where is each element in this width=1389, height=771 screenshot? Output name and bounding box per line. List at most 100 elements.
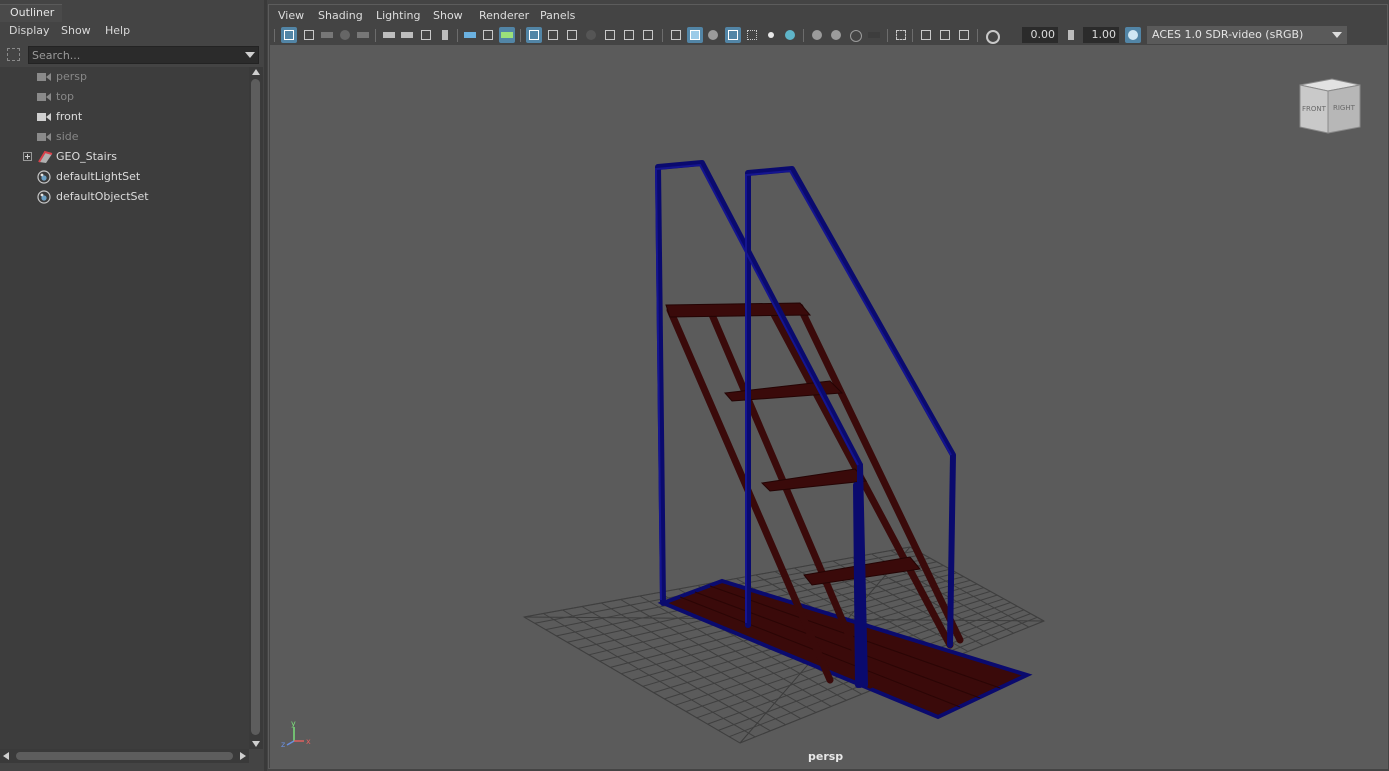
gamma-icon[interactable]	[1063, 27, 1079, 43]
two-d-pan-icon[interactable]	[355, 27, 371, 43]
grease-pencil-icon[interactable]	[462, 27, 478, 43]
scroll-right-icon[interactable]	[240, 752, 246, 760]
outliner-menubar: Display Show Help	[0, 22, 263, 40]
gate-mask-icon[interactable]	[583, 27, 599, 43]
outliner-item-label: persp	[56, 70, 87, 83]
view-cube[interactable]: FRONT RIGHT	[1299, 78, 1361, 134]
move-pivot-icon[interactable]	[480, 27, 496, 43]
anti-aliasing-icon[interactable]	[847, 27, 863, 43]
scroll-up-icon[interactable]	[252, 69, 260, 75]
viewport-toolbar: 0.00 1.00 ACES 1.0 SDR-video (sRGB)	[273, 26, 1383, 44]
lock-camera-icon[interactable]	[399, 27, 415, 43]
menu-show[interactable]: Show	[61, 24, 91, 37]
film-gate-icon[interactable]	[418, 27, 434, 43]
camera-icon	[37, 93, 51, 101]
gamma-field[interactable]: 1.00	[1083, 27, 1119, 43]
horizontal-scrollbar[interactable]	[0, 749, 249, 763]
use-all-lights-icon[interactable]	[763, 27, 779, 43]
toolbar-separator	[912, 29, 913, 42]
scroll-down-icon[interactable]	[252, 741, 260, 747]
safe-title-icon[interactable]	[640, 27, 656, 43]
menu-renderer[interactable]: Renderer	[479, 9, 529, 22]
toolbar-separator	[457, 29, 458, 42]
resolution-gate-icon[interactable]	[564, 27, 580, 43]
camera-attributes-icon[interactable]	[301, 27, 317, 43]
outliner-item-persp[interactable]: persp	[0, 67, 249, 87]
default-material-icon[interactable]	[705, 27, 721, 43]
menu-shading[interactable]: Shading	[318, 9, 363, 22]
vertical-scrollbar[interactable]	[249, 67, 263, 749]
toolbar-separator	[887, 29, 888, 42]
outliner-item-label: front	[56, 110, 83, 123]
panel-splitter[interactable]	[264, 0, 267, 771]
outliner-item-default-object-set[interactable]: defaultObjectSet	[0, 187, 249, 207]
outliner-title: Outliner	[10, 6, 55, 19]
menu-display[interactable]: Display	[9, 24, 50, 37]
outliner-item-geo-stairs[interactable]: GEO_Stairs	[0, 147, 249, 167]
smooth-shade-icon[interactable]	[687, 27, 703, 43]
textured-icon[interactable]	[744, 27, 760, 43]
3d-viewport[interactable]: y x z FRONT RIGHT persp	[270, 45, 1387, 768]
film-gate-toggle-icon[interactable]	[545, 27, 561, 43]
grid-toggle-icon[interactable]	[526, 27, 542, 43]
camera-icon	[37, 73, 51, 81]
wireframe-icon[interactable]	[668, 27, 684, 43]
toolbar-separator	[375, 29, 376, 42]
outliner-item-label: GEO_Stairs	[56, 150, 117, 163]
menu-view[interactable]: View	[278, 9, 304, 22]
image-plane-icon[interactable]	[337, 27, 353, 43]
axis-x-label: x	[306, 737, 311, 746]
motion-blur-icon[interactable]	[828, 27, 844, 43]
filter-icon[interactable]	[7, 48, 20, 61]
safe-action-icon[interactable]	[621, 27, 637, 43]
outliner-search-row	[0, 45, 263, 67]
color-space-select[interactable]: ACES 1.0 SDR-video (sRGB)	[1147, 26, 1347, 44]
toolbar-separator	[520, 29, 521, 42]
scroll-thumb[interactable]	[251, 79, 260, 735]
xray-components-icon[interactable]	[956, 27, 972, 43]
chevron-down-icon[interactable]	[1327, 27, 1347, 43]
camera-icon	[37, 133, 51, 141]
expand-icon[interactable]	[23, 152, 32, 161]
wireframe-on-shaded-icon[interactable]	[725, 27, 741, 43]
set-icon	[37, 190, 51, 204]
color-management-icon[interactable]	[1125, 27, 1141, 43]
menu-show[interactable]: Show	[433, 9, 463, 22]
toolbar-separator	[977, 29, 978, 42]
menu-panels[interactable]: Panels	[540, 9, 575, 22]
select-camera-icon[interactable]	[281, 27, 297, 43]
chevron-down-icon[interactable]	[245, 52, 255, 58]
screen-space-ao-icon[interactable]	[809, 27, 825, 43]
scroll-thumb[interactable]	[16, 752, 233, 760]
view-cube-front-label: FRONT	[1302, 105, 1327, 113]
outliner-item-label: side	[56, 130, 79, 143]
menu-lighting[interactable]: Lighting	[376, 9, 420, 22]
depth-of-field-icon[interactable]	[866, 27, 882, 43]
stairs-base	[657, 578, 1033, 720]
field-chart-icon[interactable]	[602, 27, 618, 43]
xray-joints-icon[interactable]	[937, 27, 953, 43]
shadows-icon[interactable]	[782, 27, 798, 43]
axis-y-label: y	[291, 719, 296, 728]
scene-canvas[interactable]: y x z FRONT RIGHT	[270, 45, 1387, 768]
view-cube-right-label: RIGHT	[1333, 104, 1356, 112]
camera-icon[interactable]	[381, 27, 397, 43]
isolate-select-icon[interactable]	[893, 27, 909, 43]
search-input[interactable]	[29, 47, 232, 63]
scroll-left-icon[interactable]	[3, 752, 9, 760]
exposure-icon[interactable]	[983, 27, 1000, 44]
bookmark-icon[interactable]	[319, 27, 335, 43]
exposure-field[interactable]: 0.00	[1022, 27, 1058, 43]
set-icon	[37, 170, 51, 184]
outliner-tab[interactable]: Outliner	[0, 4, 62, 22]
outliner-item-default-light-set[interactable]: defaultLightSet	[0, 167, 249, 187]
outliner-item-top[interactable]: top	[0, 87, 249, 107]
bookmark-flag-icon[interactable]	[437, 27, 453, 43]
outliner-item-side[interactable]: side	[0, 127, 249, 147]
paint-tool-icon[interactable]	[499, 27, 515, 43]
outliner-item-front[interactable]: front	[0, 107, 249, 127]
search-box	[28, 46, 259, 64]
menu-help[interactable]: Help	[105, 24, 130, 37]
xray-icon[interactable]	[918, 27, 934, 43]
outliner-tree: persp top front side GEO_Stairs defaultL…	[0, 67, 249, 749]
